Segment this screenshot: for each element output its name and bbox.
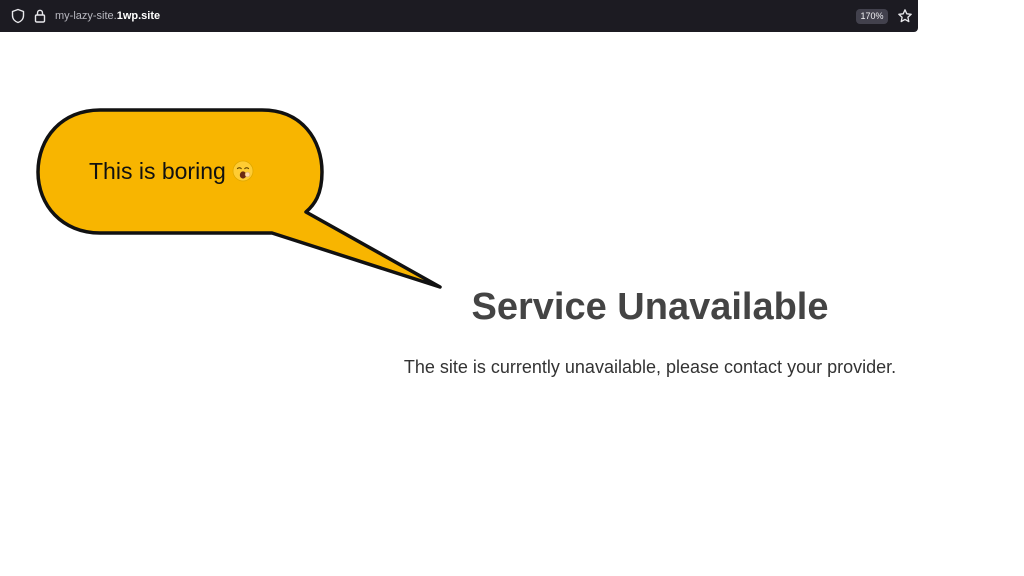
zoom-level-button[interactable]: 170% <box>856 9 888 24</box>
callout-text: This is boring <box>89 158 226 184</box>
url-text[interactable]: my-lazy-site.1wp.site <box>55 9 160 23</box>
yawning-face-icon <box>232 160 254 182</box>
url-subdomain: my-lazy-site. <box>55 10 117 22</box>
status-message: The site is currently unavailable, pleas… <box>403 357 897 377</box>
star-icon[interactable] <box>897 8 913 24</box>
callout-text-container: This is boring <box>89 157 254 185</box>
lock-icon[interactable] <box>32 8 48 24</box>
url-domain: 1wp.site <box>116 10 161 22</box>
address-bar[interactable]: my-lazy-site.1wp.site 170% <box>0 0 918 32</box>
page: my-lazy-site.1wp.site 170% This is borin… <box>0 0 1024 576</box>
speech-bubble-shape <box>36 108 442 289</box>
shield-icon[interactable] <box>10 8 26 24</box>
page-title: Service Unavailable <box>471 286 829 328</box>
